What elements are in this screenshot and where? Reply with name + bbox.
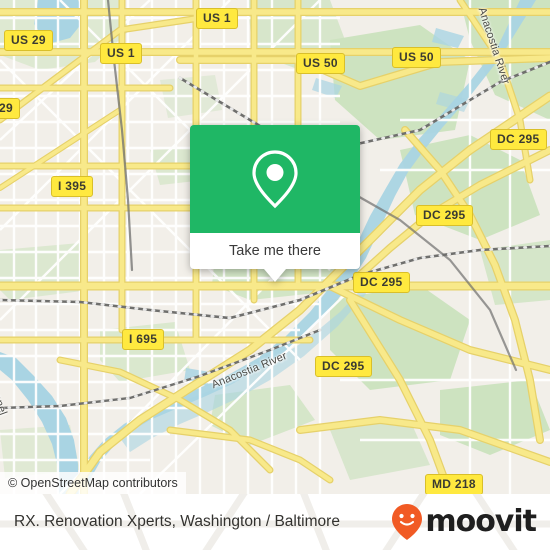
shield-us-50-top: US 50 [296, 53, 345, 74]
osm-attribution[interactable]: © OpenStreetMap contributors [0, 472, 186, 494]
shield-us-1-top: US 1 [196, 8, 238, 29]
shield-md-218: MD 218 [425, 474, 483, 494]
moovit-wordmark: moovit [425, 504, 537, 539]
popup-action[interactable]: Take me there [190, 233, 360, 269]
shield-us-1-left: US 1 [100, 43, 142, 64]
map-pin-icon [252, 150, 298, 209]
take-me-there-label: Take me there [229, 243, 321, 259]
shield-i-695: I 695 [122, 329, 165, 350]
popup-header [190, 125, 360, 233]
shield-us-29-clipped: 29 [0, 98, 20, 119]
place-title: RX. Renovation Xperts, Washington / Balt… [14, 513, 340, 530]
shield-dc-295-right: DC 295 [416, 205, 473, 226]
shield-i-395: I 395 [51, 176, 94, 197]
shield-dc-295-mid: DC 295 [353, 272, 410, 293]
screenshot-root: 29 US 29 US 1 US 1 US 50 US 50 DC 295 DC… [0, 0, 550, 550]
moovit-pin-icon [392, 504, 423, 540]
shield-us-29: US 29 [4, 30, 53, 51]
shield-dc-295-lower: DC 295 [315, 356, 372, 377]
shield-dc-295-upper-right: DC 295 [490, 129, 547, 150]
popup-pointer-tail [264, 269, 286, 282]
destination-popup[interactable]: Take me there [190, 125, 360, 282]
shield-us-50-right: US 50 [392, 47, 441, 68]
map-canvas[interactable]: 29 US 29 US 1 US 1 US 50 US 50 DC 295 DC… [0, 0, 550, 494]
moovit-brand[interactable]: moovit [390, 503, 537, 541]
footer-bar: RX. Renovation Xperts, Washington / Balt… [0, 494, 550, 550]
